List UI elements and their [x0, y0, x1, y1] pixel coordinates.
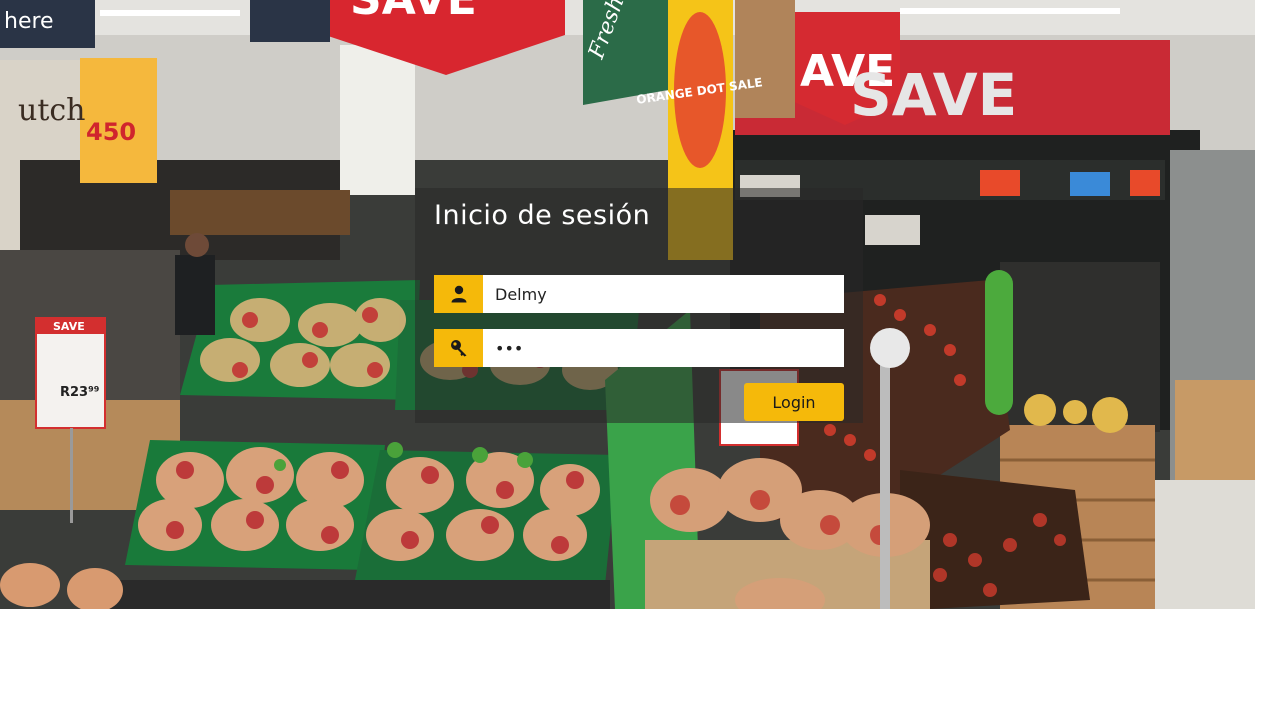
login-panel: Inicio de sesión Login	[415, 188, 863, 423]
password-field-group	[434, 329, 844, 367]
login-title: Inicio de sesión	[434, 200, 651, 231]
login-button[interactable]: Login	[744, 383, 844, 421]
password-input[interactable]	[483, 329, 844, 367]
user-icon	[434, 275, 483, 313]
left-wall-text: utch	[18, 93, 86, 128]
save-sign-right-2: SAVE	[850, 61, 1017, 129]
username-input[interactable]	[483, 275, 844, 313]
key-icon	[434, 329, 483, 367]
username-field-group	[434, 275, 844, 313]
save-sign-top: SAVE	[350, 0, 477, 25]
price-sign-450: 450	[86, 118, 136, 146]
top-left-sign: here	[4, 9, 54, 34]
price-tag-value: R23⁹⁹	[60, 385, 100, 400]
price-tag-save: SAVE	[53, 320, 85, 333]
